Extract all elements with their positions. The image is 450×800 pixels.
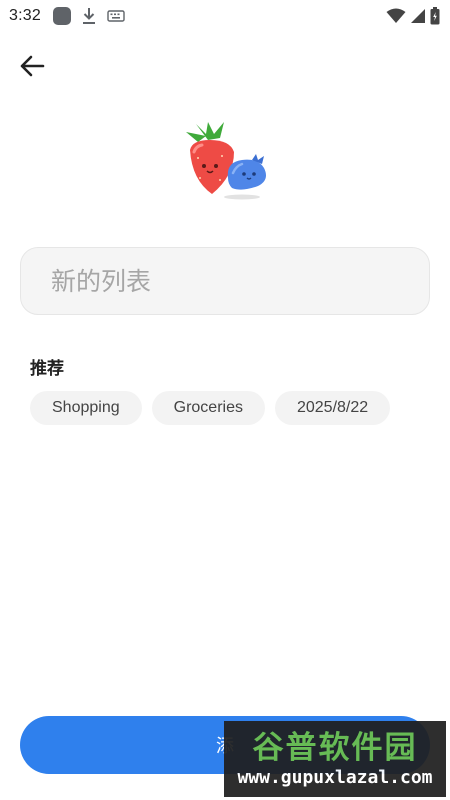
- battery-icon: [430, 7, 440, 25]
- wifi-icon: [386, 8, 406, 24]
- status-bar: 3:32: [0, 0, 450, 32]
- suggestion-chip-shopping[interactable]: Shopping: [30, 391, 142, 425]
- list-name-field[interactable]: [20, 247, 430, 315]
- keyboard-icon: [107, 9, 125, 23]
- suggestion-chip-groceries[interactable]: Groceries: [151, 391, 265, 425]
- status-left-icons: [52, 7, 125, 25]
- suggestion-chip-date[interactable]: 2025/8/22: [274, 391, 391, 425]
- back-button[interactable]: [14, 48, 50, 84]
- watermark-url: www.gupuxlazal.com: [237, 767, 433, 788]
- watermark: 谷普软件园 www.gupuxlazal.com: [224, 721, 446, 797]
- app-icon: [52, 7, 71, 25]
- suggestion-chips: Shopping Groceries 2025/8/22: [30, 391, 391, 425]
- download-icon: [81, 7, 97, 25]
- strawberry-blueberry-icon: [178, 118, 274, 202]
- arrow-left-icon: [18, 52, 46, 80]
- watermark-title: 谷普软件园: [252, 730, 418, 766]
- status-time: 3:32: [9, 7, 41, 24]
- signal-icon: [410, 8, 426, 24]
- list-name-input[interactable]: [21, 248, 429, 314]
- suggestions-title: 推荐: [30, 359, 64, 379]
- status-right-icons: [386, 7, 440, 25]
